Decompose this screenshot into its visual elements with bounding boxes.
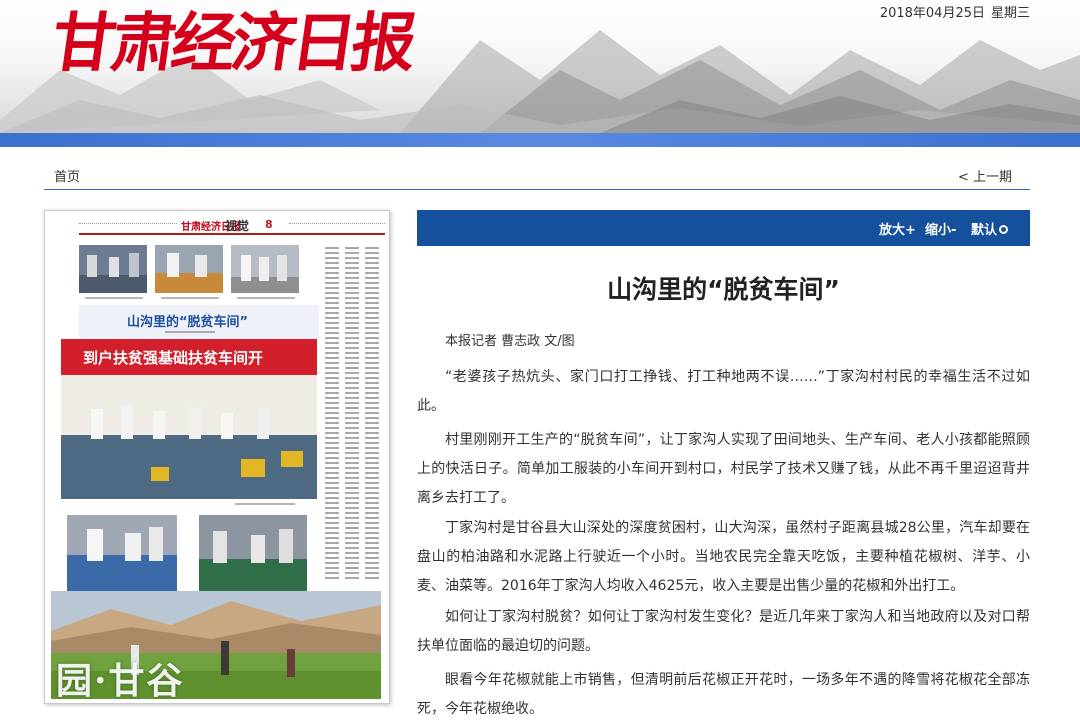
thumb-photo-1 [79,245,147,293]
thumb-main-photo: 到户扶贫强基础扶贫车间开 [61,339,317,499]
article-paragraph-5: 眼看今年花椒就能上市销售，但清明前后花椒正开花时，一场多年不遇的降雪将花椒花全部… [417,672,1030,717]
zoom-out-button[interactable]: 缩小- [925,219,956,238]
thumb-header-rule-right [289,223,385,226]
thumb-caption-main [235,503,295,505]
issue-date: 2018年04月25日 星期三 [880,2,1030,21]
thumb-photo-2 [155,245,223,293]
thumb-header: 甘肃经济日报 视觉 8 [79,217,385,235]
default-size-label: 默认 [971,223,998,238]
thumb-page-number: 8 [265,218,273,231]
thumb-header-rule-left [79,223,177,226]
article-title: 山沟里的“脱贫车间” [607,275,840,304]
thumb-headline: 山沟里的“脱贫车间” [127,315,249,330]
issue-weekday: 星期三 [990,6,1030,21]
default-size-button[interactable]: 默认 [971,219,1009,238]
thumb-byline [165,331,215,333]
thumb-photo-4 [67,515,177,591]
thumb-text-col-3 [365,247,379,582]
newspaper-logo[interactable]: 甘肃经济日报 [46,4,418,84]
thumb-caption-2 [161,297,219,299]
prev-issue-link[interactable]: < 上一期 [958,166,1012,185]
image-watermark: 园·甘谷 [56,660,185,702]
article-paragraph-1: “老婆孩子热炕头、家门口打工挣钱、打工种地两不误……”丁家沟村村民的幸福生活不过… [417,369,1030,414]
nav-home-link[interactable]: 首页 [54,166,80,185]
newspaper-page-thumbnail[interactable]: 甘肃经济日报 视觉 8 山沟里的“脱贫车间” 到户扶贫强基础扶贫车间开 [44,210,390,704]
issue-date-text: 2018年04月25日 [879,6,985,21]
masthead-banner: 甘肃经济日报 2018年04月25日 星期三 [0,0,1080,133]
circle-icon [999,225,1009,234]
thumb-caption-3 [237,297,295,299]
thumb-text-col-1 [325,247,339,582]
thumb-section-name: 视觉 [225,219,250,233]
article-paragraph-4: 如何让丁家沟村脱贫？如何让丁家沟村发生变化？是近几年来丁家沟人和当地政府以及对口… [417,609,1030,654]
thumb-text-col-2 [345,247,359,582]
zoom-in-button[interactable]: 放大+ [879,219,916,238]
article-byline: 本报记者 曹志政 文/图 [445,334,575,349]
banner-blue-strip [0,133,1080,147]
article-toolbar: 放大+ 缩小- 默认 [417,210,1030,246]
thumb-photo-banner: 到户扶贫强基础扶贫车间开 [83,349,263,367]
thumb-photo-5 [199,515,307,591]
article-paragraph-2: 村里刚刚开工生产的“脱贫车间”，让丁家沟人实现了田间地头、生产车间、老人小孩都能… [417,432,1030,506]
thumb-caption-1 [85,297,143,299]
article-paragraph-3: 丁家沟村是甘谷县大山深处的深度贫困村，山大沟深，虽然村子距离县城28公里，汽车却… [417,520,1030,594]
nav-bar: 首页 < 上一期 [44,160,1030,190]
thumb-photo-3 [231,245,299,293]
